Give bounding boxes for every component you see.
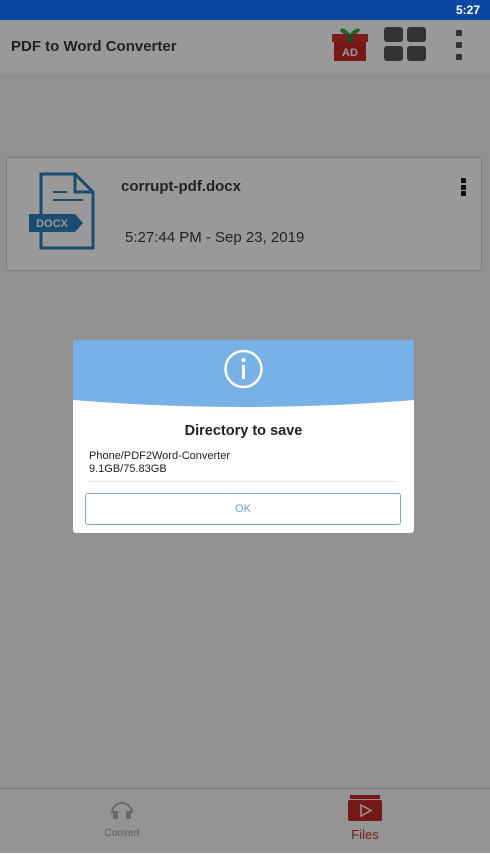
status-time: 5:27 bbox=[455, 3, 480, 17]
directory-path: Phone/PDF2Word-Converter bbox=[89, 450, 231, 462]
dialog-title: Directory to save bbox=[184, 423, 303, 439]
directory-dialog: Directory to save Phone/PDF2Word-Convert… bbox=[73, 340, 414, 533]
status-bar: 5:27 bbox=[0, 0, 490, 20]
ok-button[interactable]: OK bbox=[85, 493, 401, 525]
storage-usage: 9.1GB/75.83GB bbox=[89, 463, 167, 475]
dialog-divider bbox=[89, 481, 398, 482]
dialog-header bbox=[73, 340, 414, 407]
